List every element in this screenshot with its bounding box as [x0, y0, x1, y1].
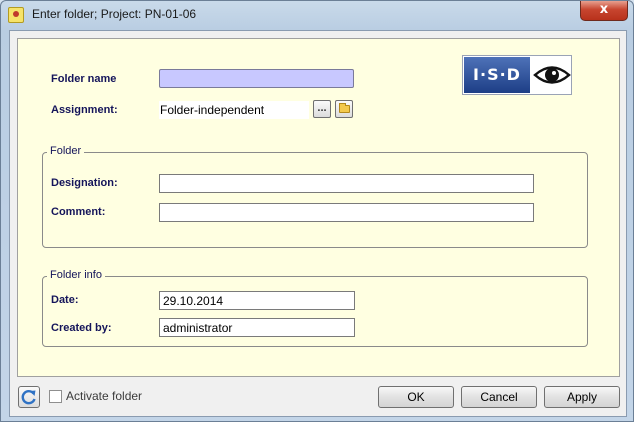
- refresh-icon: [21, 390, 36, 405]
- cancel-button[interactable]: Cancel: [461, 386, 537, 408]
- form-panel: Folder name Assignment: Folder-independe…: [17, 38, 620, 377]
- ok-button[interactable]: OK: [378, 386, 454, 408]
- activate-folder-label[interactable]: Activate folder: [66, 389, 142, 403]
- button-bar: Activate folder OK Cancel Apply: [10, 381, 626, 416]
- eye-icon: [533, 66, 571, 84]
- created-by-field[interactable]: administrator: [159, 318, 355, 337]
- window-title: Enter folder; Project: PN-01-06: [32, 7, 197, 21]
- folder-icon: [339, 103, 350, 113]
- isd-logo: I·S·D: [462, 55, 572, 95]
- title-bar[interactable]: Enter folder; Project: PN-01-06 x: [1, 1, 633, 29]
- logo-text: I·S·D: [464, 57, 530, 93]
- date-label: Date:: [51, 294, 79, 306]
- assignment-browse-button[interactable]: [313, 100, 331, 118]
- comment-input[interactable]: [159, 203, 534, 222]
- folder-group: Folder Designation: Comment:: [42, 145, 588, 248]
- folder-name-label: Folder name: [51, 73, 117, 85]
- assignment-value: Folder-independent: [159, 101, 309, 119]
- close-button[interactable]: x: [580, 1, 628, 21]
- created-by-label: Created by:: [51, 322, 112, 334]
- dialog-body: Folder name Assignment: Folder-independe…: [9, 30, 627, 417]
- app-icon: [8, 7, 24, 23]
- date-field[interactable]: 29.10.2014: [159, 291, 355, 310]
- assignment-label: Assignment:: [51, 104, 118, 116]
- folder-info-group: Folder info Date: 29.10.2014 Created by:…: [42, 269, 588, 347]
- folder-select-button[interactable]: [335, 100, 353, 118]
- comment-label: Comment:: [51, 206, 106, 218]
- designation-input[interactable]: [159, 174, 534, 193]
- designation-label: Designation:: [51, 177, 118, 189]
- folder-name-input[interactable]: [159, 69, 354, 88]
- refresh-button[interactable]: [18, 386, 40, 408]
- folder-group-legend: Folder: [47, 145, 85, 157]
- apply-button[interactable]: Apply: [544, 386, 620, 408]
- activate-folder-checkbox[interactable]: [49, 390, 62, 403]
- dialog-window: Enter folder; Project: PN-01-06 x Folder…: [0, 0, 634, 422]
- folder-info-legend: Folder info: [47, 269, 105, 281]
